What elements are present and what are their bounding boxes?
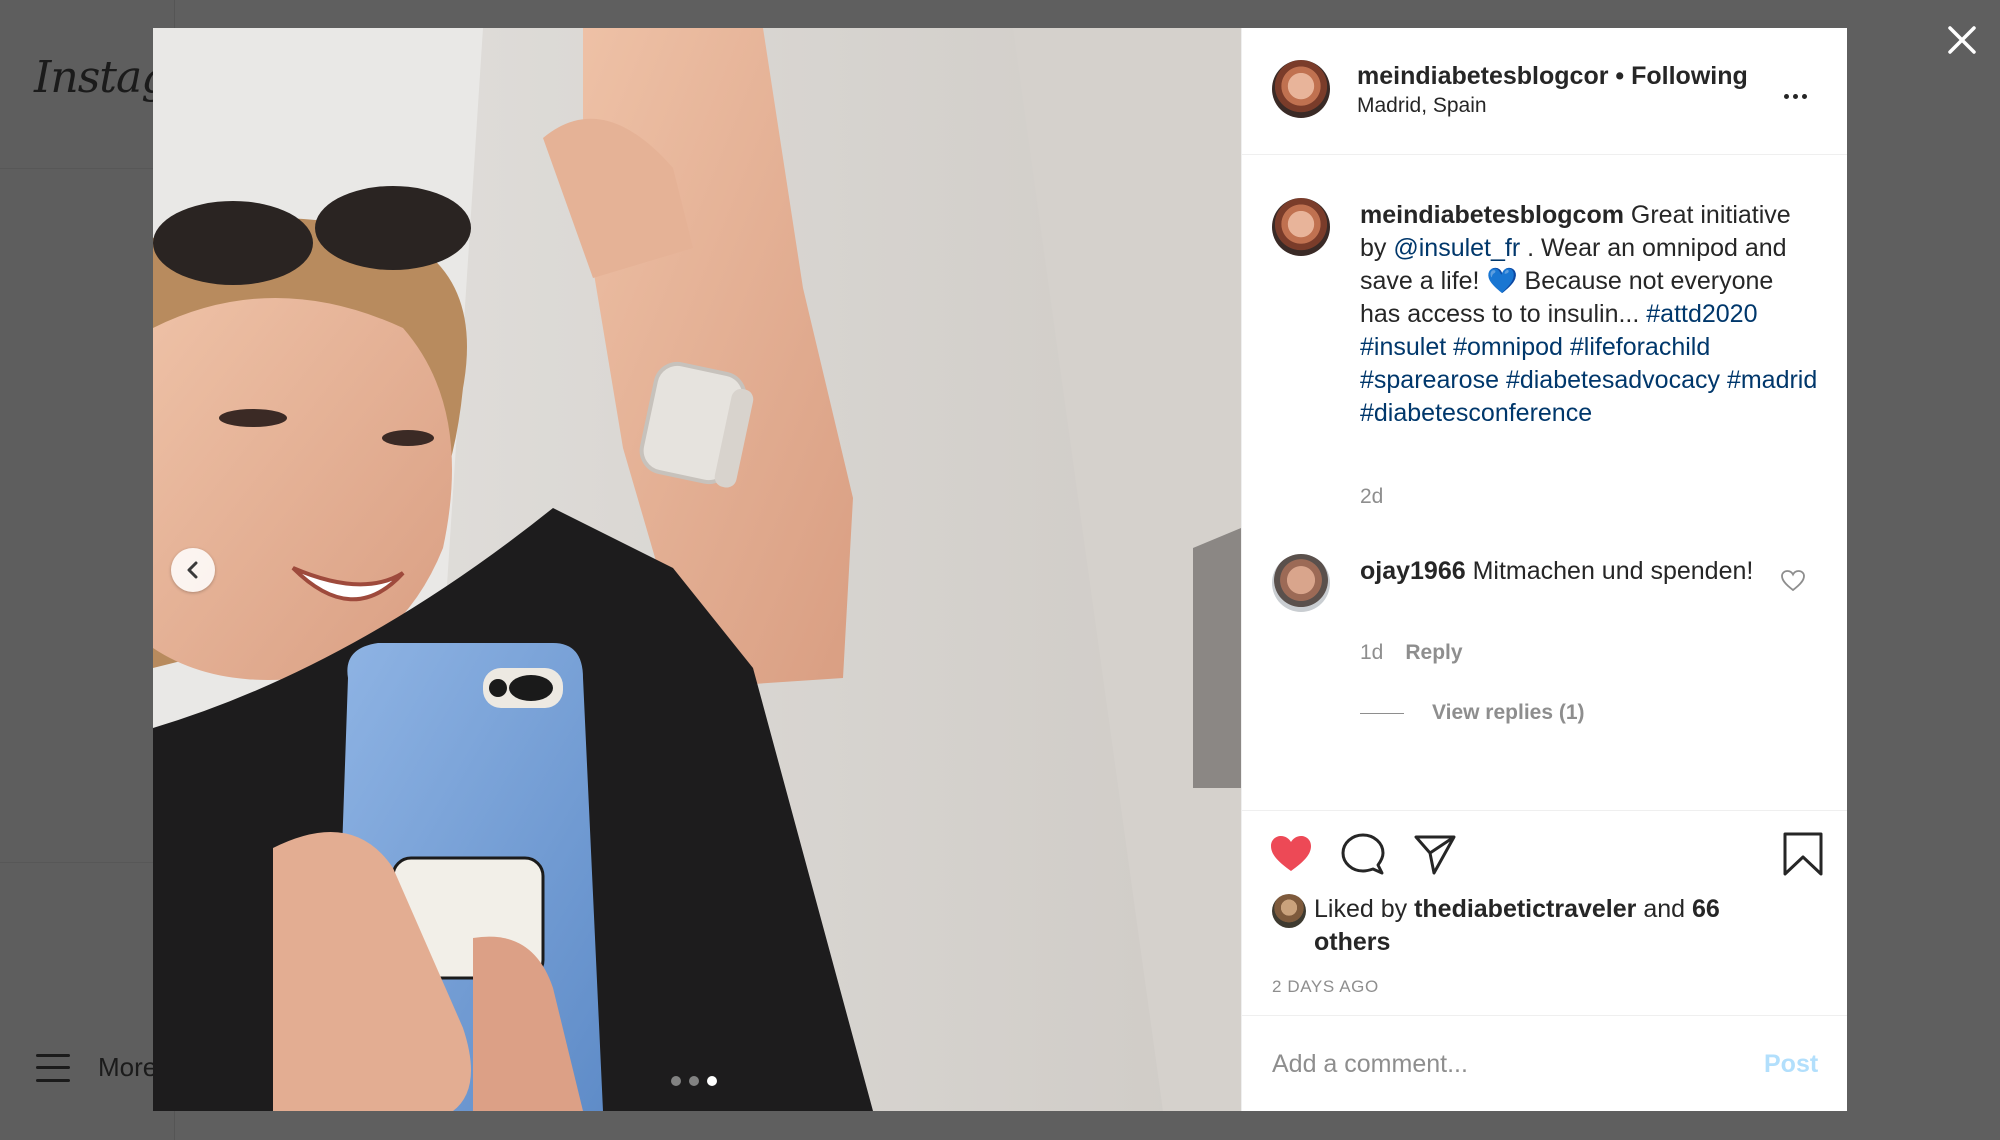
reply-button[interactable]: Reply [1405,641,1462,665]
close-icon [1948,26,1976,54]
hashtag[interactable]: #omnipod [1453,333,1563,361]
caption-author-avatar[interactable] [1272,198,1330,256]
hashtag[interactable]: #attd2020 [1646,300,1757,328]
post-comment-button[interactable]: Post [1764,1050,1818,1079]
previous-slide-button[interactable] [171,548,215,592]
view-replies-label: View replies (1) [1432,701,1585,724]
comment-icon [1341,833,1385,875]
following-status[interactable]: Following [1631,62,1748,90]
carousel-dot [671,1076,681,1086]
comment-button[interactable] [1340,831,1386,877]
add-comment-bar: Post [1242,1015,1847,1111]
comment-time: 1d [1360,641,1384,664]
hashtag[interactable]: #lifeforachild [1570,333,1710,361]
likes-middle: and [1636,895,1692,923]
post-location[interactable]: Madrid, Spain [1357,94,1487,118]
post-actions: Liked by thediabetictraveler and 66 othe… [1242,810,1847,1015]
blue-heart-emoji: 💙 [1486,267,1518,295]
likes-summary: Liked by thediabetictraveler and 66 othe… [1314,893,1734,959]
author-avatar[interactable] [1272,60,1330,118]
liker-username[interactable]: thediabetictraveler [1414,895,1636,923]
more-label: More [98,1052,158,1082]
comment-meta: 1d Reply [1360,641,1463,665]
save-button[interactable] [1780,831,1826,877]
more-options-icon[interactable] [1778,84,1812,108]
chevron-left-icon [187,561,198,579]
post-timestamp[interactable]: 2 DAYS AGO [1272,977,1379,997]
post-modal: meindiabetesblogcor • Following Madrid, … [153,28,1847,1111]
liker-avatar[interactable] [1272,894,1306,928]
more-menu[interactable]: More [36,1052,157,1083]
likes-prefix: Liked by [1314,895,1415,923]
separator-dot: • [1615,62,1625,90]
close-button[interactable] [1944,22,1980,58]
comment-body: Mitmachen und spenden! [1472,557,1754,585]
heart-outline-icon [1781,570,1805,592]
hashtag[interactable]: #madrid [1727,366,1817,394]
carousel-dot-active [707,1076,717,1086]
share-icon [1414,835,1456,875]
comment-input[interactable] [1272,1044,1732,1084]
comments-section: meindiabetesblogcom Great initiative by … [1242,155,1847,810]
post-header: meindiabetesblogcor • Following Madrid, … [1242,28,1847,155]
caption-timestamp[interactable]: 2d [1360,485,1383,509]
comment: ojay1966 Mitmachen und spenden! [1360,555,1780,588]
hashtag[interactable]: #diabetesadvocacy [1506,366,1720,394]
bookmark-icon [1783,832,1823,876]
selfie-image [153,28,1241,1111]
caption-username[interactable]: meindiabetesblogcom [1360,201,1624,229]
author-username[interactable]: meindiabetesblogcor [1357,62,1608,90]
heart-filled-icon [1271,836,1311,871]
post-photo[interactable] [153,28,1241,1111]
view-replies-button[interactable]: View replies (1) [1360,701,1585,725]
author-username-line: meindiabetesblogcor • Following [1357,62,1748,91]
carousel-indicator [671,1076,717,1086]
comment-like-button[interactable] [1780,569,1806,593]
post-side-panel: meindiabetesblogcor • Following Madrid, … [1241,28,1847,1111]
hashtag[interactable]: #diabetesconference [1360,399,1592,427]
menu-icon [36,1053,70,1082]
caption-mention[interactable]: @insulet_fr [1393,234,1520,262]
background-sidebar: Instagram More [0,0,255,1140]
like-button[interactable] [1268,831,1314,877]
carousel-dot [689,1076,699,1086]
hashtag[interactable]: #sparearose [1360,366,1499,394]
commenter-avatar[interactable] [1272,554,1330,612]
hashtag[interactable]: #insulet [1360,333,1446,361]
post-caption: meindiabetesblogcom Great initiative by … [1360,199,1820,430]
share-button[interactable] [1412,831,1458,877]
commenter-username[interactable]: ojay1966 [1360,557,1466,585]
